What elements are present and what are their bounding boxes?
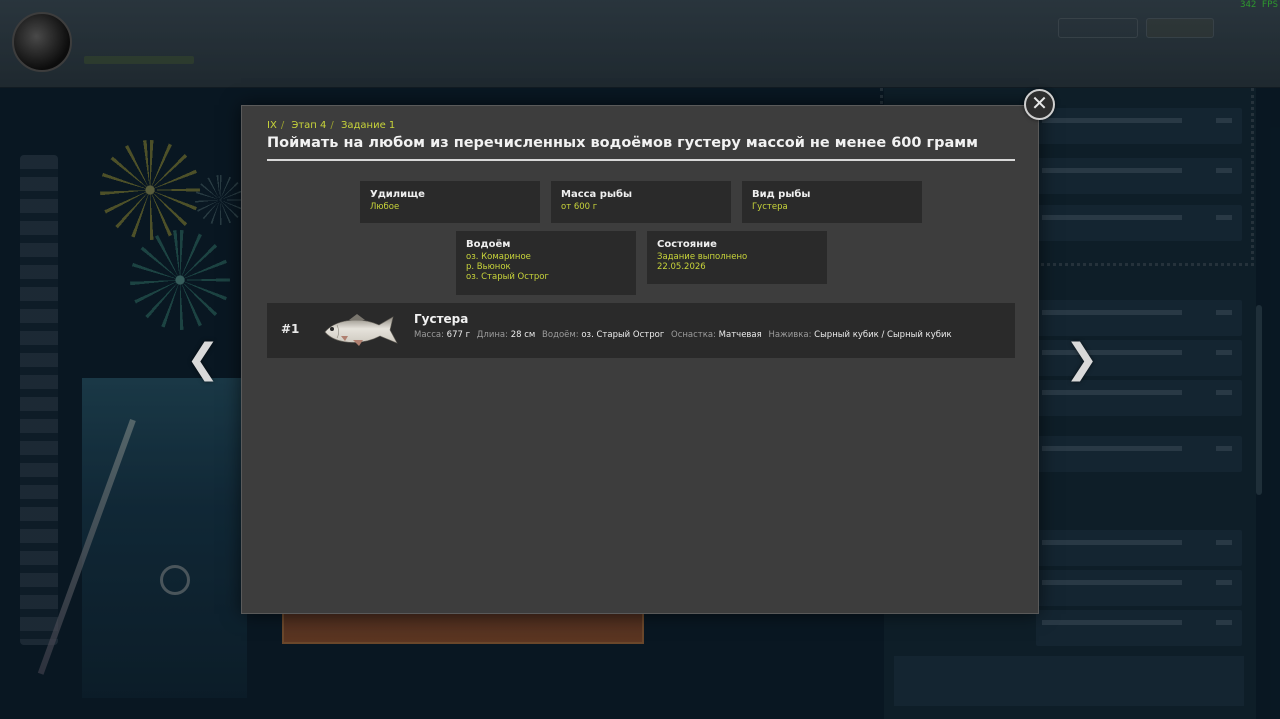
stat-label-mass: Масса: xyxy=(414,330,444,340)
stat-label-length: Длина: xyxy=(476,330,509,340)
info-card-label: Водоём xyxy=(466,239,511,250)
breadcrumb-item: Задание 1 xyxy=(340,120,396,131)
breadcrumb-separator: / xyxy=(280,120,285,131)
info-card-value: оз. Комариное xyxy=(466,252,531,262)
stat-label-tackle: Оснастка: xyxy=(671,330,716,340)
task-title: Поймать на любом из перечисленных водоём… xyxy=(267,135,978,151)
stat-value-mass: 677 г xyxy=(446,330,471,340)
close-icon[interactable]: ✕ xyxy=(1024,89,1055,120)
chevron-right-icon[interactable]: ❯ xyxy=(1065,339,1099,379)
breadcrumb-item: IX xyxy=(267,120,277,131)
title-divider xyxy=(267,159,1015,161)
chevron-left-icon[interactable]: ❮ xyxy=(186,339,220,379)
info-card-label: Масса рыбы xyxy=(561,189,633,200)
info-card-value: р. Вьюнок xyxy=(466,262,511,272)
catch-row: #1 Густера Масса: 677 г Длина: 28 см Вод… xyxy=(267,303,1015,358)
info-card-value: Задание выполнено xyxy=(657,252,748,262)
fish-name: Густера xyxy=(414,312,469,326)
fish-stats: Масса: 677 г Длина: 28 см Водоём: оз. Ст… xyxy=(414,330,956,340)
info-card-waterbody: Водоём оз. Комариное р. Вьюнок оз. Стары… xyxy=(456,231,636,295)
info-card-rod: Удилище Любое xyxy=(360,181,540,223)
info-card-fish-type: Вид рыбы Густера xyxy=(742,181,922,223)
info-card-value: 22.05.2026 xyxy=(657,262,706,272)
info-card-value: от 600 г xyxy=(561,202,598,212)
info-card-status: Состояние Задание выполнено 22.05.2026 xyxy=(647,231,827,284)
stat-label-bait: Наживка: xyxy=(768,330,812,340)
breadcrumb-separator: / xyxy=(330,120,334,131)
stat-label-waterbody: Водоём: xyxy=(542,330,579,340)
stat-value-waterbody: оз. Старый Острог xyxy=(581,330,665,340)
info-card-label: Состояние xyxy=(657,239,717,250)
task-details-modal: IX / Этап 4/ Задание 1 Поймать на любом и… xyxy=(241,105,1039,614)
info-card-label: Удилище xyxy=(370,189,425,200)
stat-value-tackle: Матчевая xyxy=(718,330,762,340)
breadcrumb: IX / Этап 4/ Задание 1 xyxy=(267,120,399,131)
info-card-value: Густера xyxy=(752,202,788,212)
info-card-value: оз. Старый Острог xyxy=(466,272,549,282)
info-card-label: Вид рыбы xyxy=(752,189,811,200)
info-card-value: Любое xyxy=(370,202,400,212)
catch-number: #1 xyxy=(281,322,300,336)
stat-value-bait: Сырный кубик / Сырный кубик xyxy=(814,330,952,340)
breadcrumb-item: Этап 4 xyxy=(291,120,327,131)
fish-image xyxy=(324,314,398,346)
info-card-fish-mass: Масса рыбы от 600 г xyxy=(551,181,731,223)
stat-value-length: 28 см xyxy=(510,330,536,340)
